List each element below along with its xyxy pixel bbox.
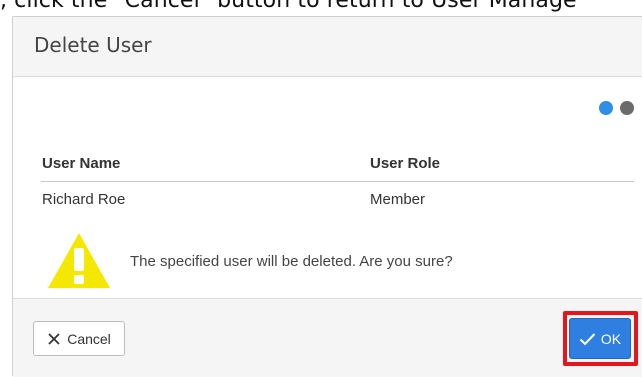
dialog-header: Delete User — [13, 17, 642, 77]
step-dot-active — [599, 101, 613, 115]
ok-button[interactable]: OK — [569, 318, 631, 359]
step-dot-inactive — [620, 101, 634, 115]
user-table-header: User Name User Role — [41, 153, 634, 182]
warning-message: The specified user will be deleted. Are … — [130, 253, 453, 270]
check-icon — [579, 332, 596, 345]
warning-icon — [48, 233, 110, 288]
dialog-title: Delete User — [34, 33, 152, 57]
step-indicator — [599, 101, 634, 115]
cancel-button-label: Cancel — [67, 330, 111, 347]
header-user-role: User Role — [370, 155, 441, 172]
cell-user-name: Richard Roe — [42, 191, 126, 208]
cell-user-role: Member — [370, 191, 426, 208]
dialog-footer: Cancel OK — [13, 298, 642, 377]
delete-user-dialog: Delete User User Name User Role Richard … — [12, 16, 642, 377]
cancel-button[interactable]: Cancel — [33, 321, 125, 356]
header-user-name: User Name — [42, 155, 121, 172]
close-icon — [48, 332, 60, 345]
ok-button-label: OK — [600, 330, 622, 347]
table-row: Richard Roe Member — [41, 189, 634, 213]
top-instruction-text: , click the "Cancel" button to return to… — [0, 0, 577, 13]
